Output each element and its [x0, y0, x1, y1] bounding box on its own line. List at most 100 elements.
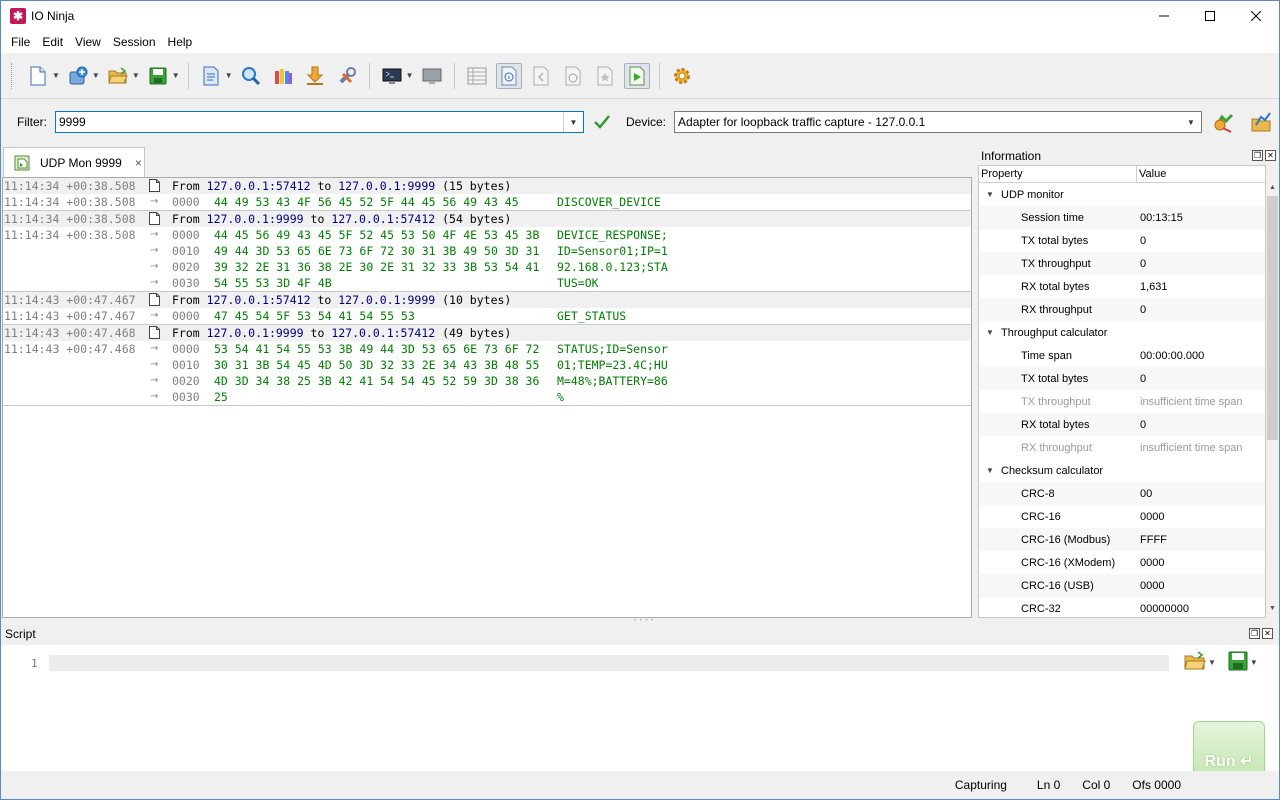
property-grid[interactable]: Property Value ▼ UDP monitor Session time 0… [978, 165, 1266, 618]
open-dropdown[interactable]: ▼ [132, 71, 140, 80]
new-session-dropdown[interactable]: ▼ [52, 71, 60, 80]
script-editor[interactable]: 1 ▼ ▼ Run ↵ [1, 645, 1279, 778]
property-row[interactable]: TX throughput insufficient time span [979, 390, 1265, 413]
filter-combobox[interactable]: 9999 ▼ [55, 111, 584, 133]
property-row[interactable]: CRC-16 0000 [979, 505, 1265, 528]
back-button[interactable] [528, 63, 554, 89]
capture-button[interactable] [1213, 111, 1235, 133]
column-header-property[interactable]: Property [979, 166, 1137, 182]
scroll-up-icon[interactable]: ▲ [1267, 184, 1278, 196]
menu-session[interactable]: Session [107, 35, 162, 49]
log-record-header[interactable]: 11:14:43 +00:47.468 From 127.0.0.1:9999 t… [3, 325, 971, 341]
close-pane-button[interactable]: ✕ [1262, 628, 1273, 639]
save-dropdown[interactable]: ▼ [172, 71, 180, 80]
property-row[interactable]: CRC-16 (Modbus) FFFF [979, 528, 1265, 551]
float-pane-button[interactable]: ❐ [1249, 628, 1260, 639]
log-record-data[interactable]: 11:14:43 +00:47.468 → 0000 53 54 41 54 55 5… [3, 341, 971, 357]
property-row[interactable]: CRC-16 (USB) 0000 [979, 574, 1265, 597]
chevron-down-icon[interactable]: ▼ [563, 112, 583, 132]
property-row[interactable]: Session time 00:13:15 [979, 206, 1265, 229]
new-session-button[interactable] [25, 63, 51, 89]
scroll-down-icon[interactable]: ▼ [1267, 605, 1278, 617]
terminal-dropdown[interactable]: ▼ [406, 71, 414, 80]
tab-close-button[interactable]: × [135, 156, 142, 170]
open-capture-button[interactable] [1250, 111, 1272, 133]
script-open-button[interactable] [1184, 651, 1206, 674]
menu-edit[interactable]: Edit [36, 35, 69, 49]
device-combobox[interactable]: Adapter for loopback traffic capture - 1… [674, 111, 1203, 133]
log-view[interactable]: 11:14:34 +00:38.508 From 127.0.0.1:57412 … [2, 177, 972, 618]
float-pane-button[interactable]: ❐ [1252, 150, 1263, 161]
property-row[interactable]: RX throughput insufficient time span [979, 436, 1265, 459]
log-file-button[interactable] [198, 63, 224, 89]
property-row[interactable]: RX total bytes 0 [979, 413, 1265, 436]
script-save-dropdown[interactable]: ▼ [1250, 658, 1258, 667]
property-row[interactable]: CRC-8 00 [979, 482, 1265, 505]
table-view-button[interactable] [464, 63, 490, 89]
property-row[interactable]: TX throughput 0 [979, 252, 1265, 275]
terminal-alt-button[interactable] [419, 63, 445, 89]
property-row[interactable]: RX total bytes 1,631 [979, 275, 1265, 298]
find-button[interactable] [238, 63, 264, 89]
tab-udp-mon[interactable]: UDP Mon 9999 × [3, 147, 145, 178]
toolbar-grip[interactable] [11, 62, 14, 89]
stopwatch-button[interactable] [560, 63, 586, 89]
property-row[interactable]: Time span 00:00:00.000 [979, 344, 1265, 367]
open-button[interactable] [105, 63, 131, 89]
chevron-down-icon[interactable]: ▼ [1181, 112, 1201, 132]
log-file-dropdown[interactable]: ▼ [225, 71, 233, 80]
packet-icon [149, 179, 160, 192]
log-record-data[interactable]: 11:14:43 +00:47.467 → 0000 47 45 54 5F 53 5… [3, 308, 971, 324]
play-button[interactable] [623, 62, 650, 89]
menu-view[interactable]: View [69, 35, 107, 49]
log-record-data[interactable]: → 0010 49 44 3D 53 65 6E 73 6F 72 30 31 3B… [3, 243, 971, 259]
log-record-header[interactable]: 11:14:34 +00:38.508 From 127.0.0.1:9999 t… [3, 211, 971, 227]
column-header-value[interactable]: Value [1137, 166, 1166, 182]
bookmark-button[interactable] [592, 63, 618, 89]
log-record-data[interactable]: → 0030 25% [3, 389, 971, 405]
colors-button[interactable] [270, 63, 296, 89]
maximize-button[interactable] [1187, 1, 1233, 31]
save-button[interactable] [145, 63, 171, 89]
info-view-button[interactable] [495, 62, 522, 89]
log-record-data[interactable]: → 0030 54 55 53 3D 4F 4B TUS=OK [3, 275, 971, 291]
log-record-data[interactable]: 11:14:34 +00:38.508 → 0000 44 49 53 43 4F 5… [3, 194, 971, 210]
minimize-button[interactable] [1141, 1, 1187, 31]
menu-file[interactable]: File [5, 35, 36, 49]
collapse-triangle-icon[interactable]: ▼ [979, 466, 1001, 475]
hex-offset: 0030 [172, 276, 200, 290]
plugin-button[interactable] [65, 63, 91, 89]
apply-filter-button[interactable] [594, 114, 610, 130]
scrollbar-thumb[interactable] [1267, 196, 1278, 440]
property-group[interactable]: ▼ UDP monitor [979, 183, 1265, 206]
script-open-dropdown[interactable]: ▼ [1208, 658, 1216, 667]
log-record-data[interactable]: → 0020 39 32 2E 31 36 38 2E 30 2E 31 32 33… [3, 259, 971, 275]
script-save-button[interactable] [1228, 651, 1248, 674]
property-row[interactable]: CRC-32 00000000 [979, 597, 1265, 617]
collapse-triangle-icon[interactable]: ▼ [979, 328, 1001, 337]
property-row[interactable]: RX throughput 0 [979, 298, 1265, 321]
plugin-dropdown[interactable]: ▼ [92, 71, 100, 80]
terminal-button[interactable] [379, 63, 405, 89]
log-record-header[interactable]: 11:14:34 +00:38.508 From 127.0.0.1:57412 … [3, 178, 971, 194]
filter-input[interactable]: 9999 [59, 115, 86, 129]
info-scrollbar[interactable]: ▲ ▼ [1267, 184, 1278, 617]
property-group[interactable]: ▼ Throughput calculator [979, 321, 1265, 344]
log-record-data[interactable]: → 0020 4D 3D 34 38 25 3B 42 41 54 54 45 52… [3, 373, 971, 389]
collapse-triangle-icon[interactable]: ▼ [979, 190, 1001, 199]
log-record-header[interactable]: 11:14:43 +00:47.467 From 127.0.0.1:57412 … [3, 292, 971, 308]
property-group[interactable]: ▼ Checksum calculator [979, 459, 1265, 482]
log-record-data[interactable]: → 0010 30 31 3B 54 45 4D 50 3D 32 33 2E 34… [3, 357, 971, 373]
property-row[interactable]: TX total bytes 0 [979, 367, 1265, 390]
close-pane-button[interactable]: ✕ [1265, 150, 1276, 161]
wrench-button[interactable] [334, 63, 360, 89]
code-line[interactable] [49, 655, 1169, 671]
settings-button[interactable] [669, 63, 695, 89]
property-row[interactable]: TX total bytes 0 [979, 229, 1265, 252]
menu-help[interactable]: Help [162, 35, 199, 49]
run-button[interactable]: Run ↵ [1193, 721, 1265, 778]
property-row[interactable]: CRC-16 (XModem) 0000 [979, 551, 1265, 574]
download-button[interactable] [302, 63, 328, 89]
log-record-data[interactable]: 11:14:34 +00:38.508 → 0000 44 45 56 49 43 4… [3, 227, 971, 243]
close-window-button[interactable] [1233, 1, 1279, 31]
